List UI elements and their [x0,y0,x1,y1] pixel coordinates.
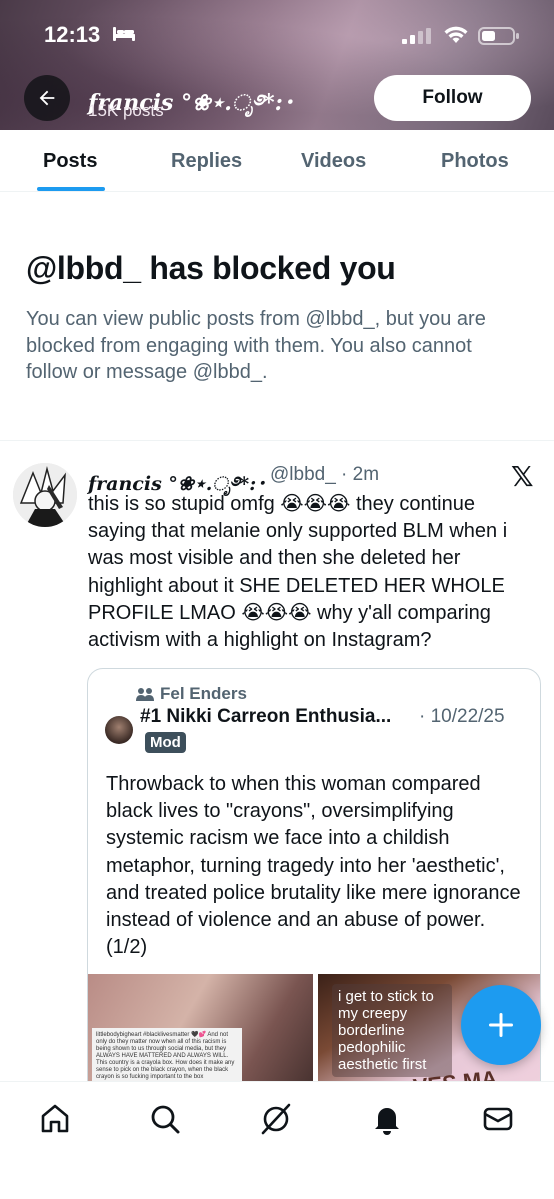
blocked-description: You can view public posts from @lbbd_, b… [26,308,486,383]
cellular-signal-icon [402,28,431,44]
arrow-left-icon [39,90,55,106]
tab-posts[interactable]: Posts [43,150,97,173]
tweet-handle-time[interactable]: @lbbd_ · 2m [270,464,379,486]
battery-icon [478,27,519,45]
image-caption: i get to stick to my creepy borderline p… [332,984,452,1077]
profile-header-banner: 12:13 francis °❀⋆.ೃ࿔*:･ 15K posts Follow [0,0,554,130]
active-tab-indicator [37,187,105,191]
avatar-illustration-icon [13,463,77,527]
blocked-title: @lbbd_ has blocked you [26,250,396,286]
status-time: 12:13 [44,22,101,47]
profile-post-count: 15K posts [88,101,164,120]
tab-videos[interactable]: Videos [301,150,366,173]
grok-icon[interactable] [259,1102,293,1136]
compose-post-button[interactable] [461,985,541,1065]
section-divider [0,440,554,441]
tweet-text: this is so stupid omfg 😭😭😭 they continue… [88,493,508,652]
plus-icon [489,1013,513,1037]
quoted-post-date: · 10/22/25 [419,706,505,727]
community-icon [136,688,154,701]
search-icon[interactable] [148,1102,182,1136]
tab-replies[interactable]: Replies [171,150,242,173]
community-label[interactable]: Fel Enders [136,684,247,704]
quoted-author-name[interactable]: #1 Nikki Carreon Enthusia... [140,706,391,728]
profile-tabs: Posts Replies Videos Photos [0,130,554,192]
quoted-post-text: Throwback to when this woman compared bl… [106,773,521,959]
mod-badge: Mod [145,732,186,753]
avatar[interactable] [13,463,77,527]
follow-button[interactable]: Follow [374,75,531,121]
messages-icon[interactable] [481,1102,515,1136]
x-logo-icon: 𝕏 [511,461,534,492]
quoted-author-avatar[interactable] [105,716,133,744]
tab-photos[interactable]: Photos [441,150,509,173]
wifi-icon [444,26,468,43]
back-button[interactable] [24,75,70,121]
sleep-focus-icon [113,27,135,41]
community-name: Fel Enders [160,684,247,703]
home-icon[interactable] [38,1102,72,1136]
bottom-navigation [0,1081,554,1199]
notifications-icon[interactable] [370,1102,404,1136]
